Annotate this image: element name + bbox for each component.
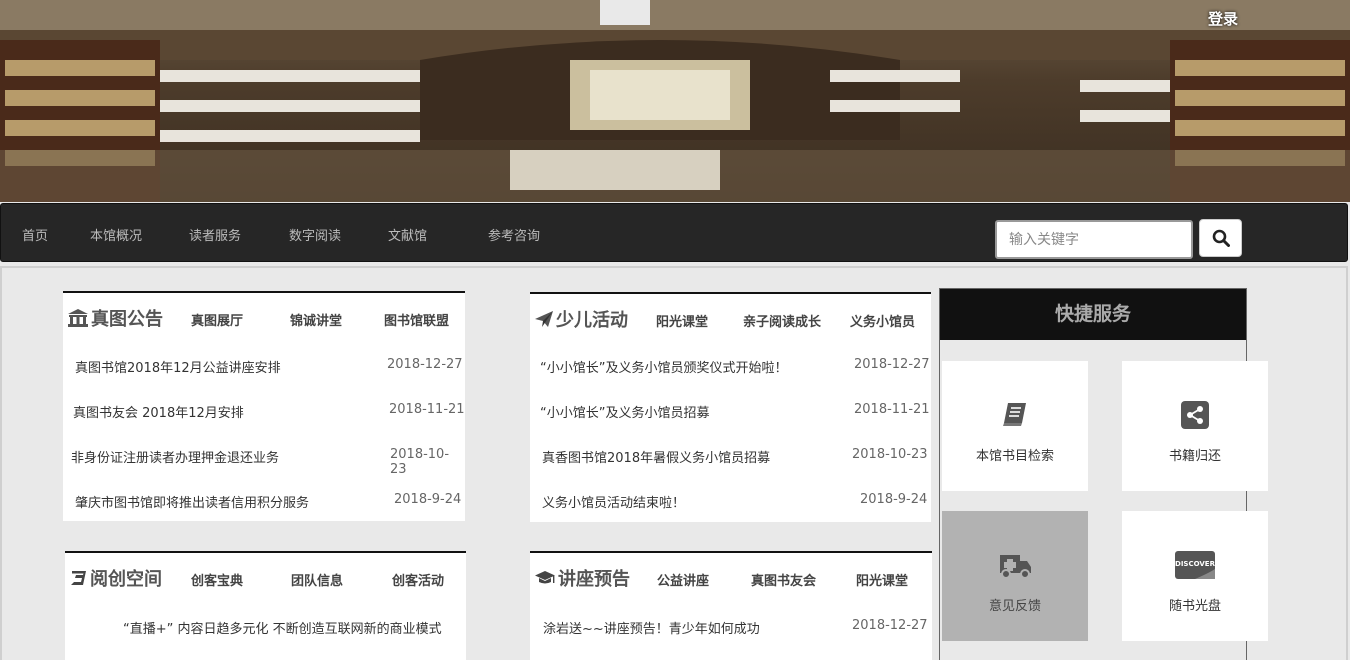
bank-icon: [68, 309, 88, 327]
library-banner-image: [0, 0, 1350, 202]
tab-volunteer-librarian[interactable]: 义务小馆员: [850, 311, 915, 330]
list-item: “小小馆长”及义务小馆员招募 2018-11-21: [530, 402, 931, 424]
list-item: 涂岩送~~讲座预告！青少年如何成功 2018-12-27: [530, 618, 932, 640]
search-icon: [1212, 229, 1230, 247]
share-icon: [1181, 401, 1209, 429]
lectures-title: 讲座预告: [534, 565, 630, 591]
list-item-date: 2018-11-21: [389, 402, 465, 417]
tab-sunshine-class[interactable]: 阳光课堂: [856, 570, 908, 589]
list-item: “直播+” 内容日趋多元化 不断创造互联网新的商业模式: [65, 618, 466, 640]
creative-space-panel: 阅创空间 创客宝典 团队信息 创客活动 “直播+” 内容日趋多元化 不断创造互联…: [65, 551, 466, 660]
tab-maker-guide[interactable]: 创客宝典: [191, 570, 243, 589]
tile-label: 本馆书目检索: [975, 449, 1054, 464]
discover-card-icon: DISCOVER: [1175, 551, 1215, 579]
tab-lecture-hall[interactable]: 锦诚讲堂: [290, 310, 342, 329]
book-icon: [1003, 403, 1026, 426]
list-item-title[interactable]: 真图书馆2018年12月公益讲座安排: [75, 357, 281, 376]
list-item: 真图书友会 2018年12月安排 2018-11-21: [63, 402, 465, 424]
nav-item-home[interactable]: 首页: [22, 225, 48, 244]
list-item-date: 2018-12-27: [854, 357, 930, 372]
nav-item-reader-services[interactable]: 读者服务: [189, 225, 241, 244]
tab-exhibition[interactable]: 真图展厅: [191, 310, 243, 329]
list-item-title[interactable]: 肇庆市图书馆即将推出读者信用积分服务: [75, 492, 309, 511]
lectures-panel: 讲座预告 公益讲座 真图书友会 阳光课堂 涂岩送~~讲座预告！青少年如何成功 2…: [530, 551, 932, 660]
login-link[interactable]: 登录: [1208, 8, 1238, 29]
book-return-tile[interactable]: 书籍归还: [1122, 361, 1268, 491]
cd-with-book-tile[interactable]: DISCOVER 随书光盘: [1122, 511, 1268, 641]
tab-team-info[interactable]: 团队信息: [291, 570, 343, 589]
graduation-cap-icon: [535, 571, 555, 584]
quick-services-panel: 快捷服务 本馆书目检索 书籍归还 意见反馈 DISCOVER 随书光盘: [939, 288, 1268, 660]
header-banner: 登录: [0, 0, 1350, 202]
nav-item-about[interactable]: 本馆概况: [90, 225, 142, 244]
list-item-date: 2018-11-21: [854, 402, 930, 417]
tab-public-lectures[interactable]: 公益讲座: [657, 570, 709, 589]
feedback-tile[interactable]: 意见反馈: [942, 511, 1088, 641]
tile-label: 书籍归还: [1168, 449, 1221, 464]
list-item: 真香图书馆2018年暑假义务小馆员招募 2018-10-23: [530, 447, 931, 469]
list-item-date: 2018-12-27: [387, 357, 463, 372]
list-item-title[interactable]: 非身份证注册读者办理押金退还业务: [71, 447, 279, 466]
list-item-date: 2018-9-24: [860, 492, 928, 507]
tile-label: 随书光盘: [1168, 599, 1221, 614]
tile-label: 意见反馈: [988, 599, 1041, 614]
announcements-title: 真图公告: [67, 305, 163, 331]
list-item-title[interactable]: 真图书友会 2018年12月安排: [73, 402, 244, 421]
search-input[interactable]: [995, 220, 1193, 259]
list-item-title[interactable]: “小小馆长”及义务小馆员招募: [540, 402, 709, 421]
list-item-title[interactable]: “小小馆长”及义务小馆员颁奖仪式开始啦！: [540, 357, 787, 376]
svg-text:DISCOVER: DISCOVER: [1175, 560, 1215, 568]
list-item-title[interactable]: 义务小馆员活动结束啦！: [542, 492, 685, 511]
tab-book-club[interactable]: 真图书友会: [751, 570, 816, 589]
list-item: 非身份证注册读者办理押金退还业务 2018-10-23: [63, 447, 465, 477]
list-item-date: 2018-12-27: [852, 618, 928, 633]
list-item-date: 2018-9-24: [394, 492, 462, 507]
list-item: 肇庆市图书馆即将推出读者信用积分服务 2018-9-24: [63, 492, 465, 514]
announcements-panel: 真图公告 真图展厅 锦诚讲堂 图书馆联盟 真图书馆2018年12月公益讲座安排 …: [63, 291, 465, 521]
children-activities-panel: 少儿活动 阳光课堂 亲子阅读成长 义务小馆员 “小小馆长”及义务小馆员颁奖仪式开…: [530, 292, 931, 522]
quick-services-title: 快捷服务: [940, 289, 1246, 340]
children-activities-title: 少儿活动: [534, 306, 628, 332]
tab-library-alliance[interactable]: 图书馆联盟: [384, 310, 449, 329]
list-item: 义务小馆员活动结束啦！ 2018-9-24: [530, 492, 931, 514]
tab-parent-child-reading[interactable]: 亲子阅读成长: [743, 311, 821, 330]
list-item: 真图书馆2018年12月公益讲座安排 2018-12-27: [63, 357, 465, 379]
list-item-date: 2018-10-23: [852, 447, 928, 462]
list-item-title[interactable]: 涂岩送~~讲座预告！青少年如何成功: [543, 618, 760, 637]
nav-item-reference[interactable]: 参考咨询: [488, 225, 540, 244]
list-item-title[interactable]: “直播+” 内容日趋多元化 不断创造互联网新的商业模式: [123, 618, 442, 637]
list-item-title[interactable]: 真香图书馆2018年暑假义务小馆员招募: [542, 447, 770, 466]
list-item-date: 2018-10-23: [390, 447, 450, 477]
nav-item-literature[interactable]: 文献馆: [388, 225, 427, 244]
tab-maker-events[interactable]: 创客活动: [392, 570, 444, 589]
creative-space-title: 阅创空间: [70, 565, 162, 591]
ereader-icon: [71, 571, 86, 585]
search-button[interactable]: [1199, 219, 1242, 257]
nav-item-digital-reading[interactable]: 数字阅读: [289, 225, 341, 244]
tab-sunshine-class[interactable]: 阳光课堂: [656, 311, 708, 330]
catalog-search-tile[interactable]: 本馆书目检索: [942, 361, 1088, 491]
paper-plane-icon: [535, 311, 553, 327]
ambulance-icon: [1000, 555, 1031, 579]
main-nav: 首页 本馆概况 读者服务 数字阅读 文献馆 参考咨询: [0, 203, 1348, 262]
list-item: “小小馆长”及义务小馆员颁奖仪式开始啦！ 2018-12-27: [530, 357, 931, 379]
